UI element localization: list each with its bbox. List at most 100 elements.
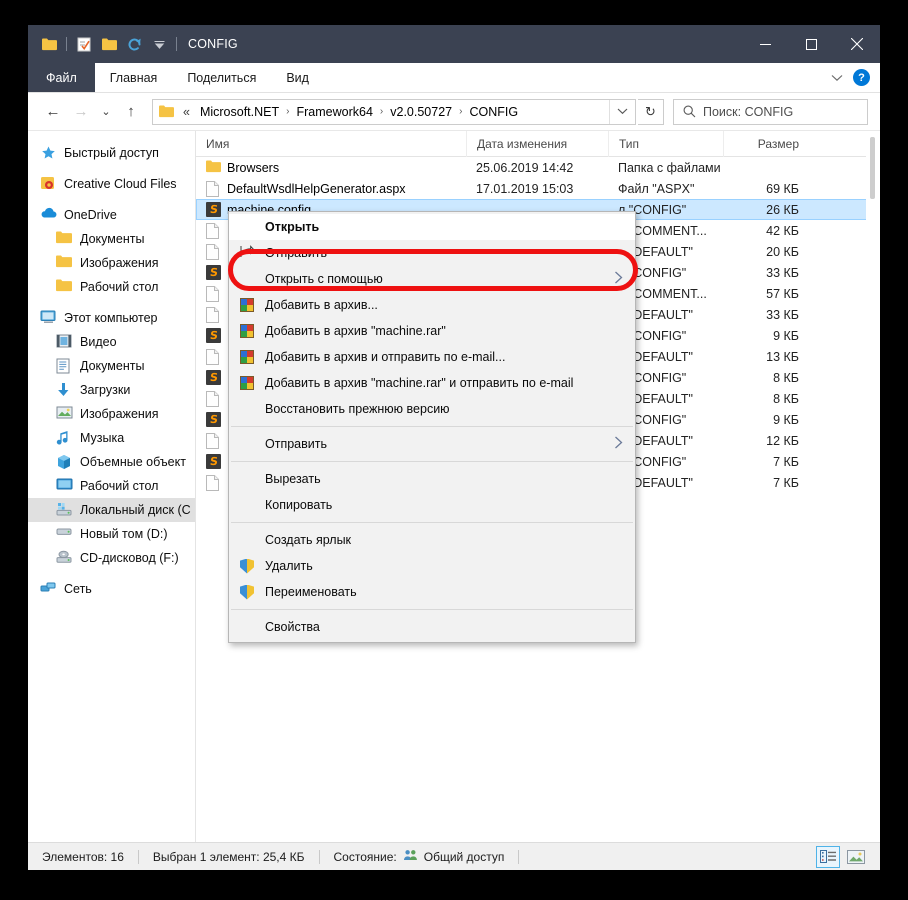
scrollbar-thumb[interactable] — [870, 137, 875, 199]
table-row[interactable]: DefaultWsdlHelpGenerator.aspx17.01.2019 … — [196, 178, 880, 199]
forward-button[interactable]: → — [68, 99, 94, 125]
menu-item[interactable]: Добавить в архив "machine.rar" и отправи… — [229, 370, 635, 396]
maximize-button[interactable] — [788, 25, 834, 63]
sidebar-item-network[interactable]: Сеть — [28, 577, 195, 601]
folder-icon[interactable] — [38, 32, 60, 56]
new-folder-icon[interactable] — [98, 32, 120, 56]
breadcrumb-item-3[interactable]: CONFIG — [465, 103, 522, 121]
sidebar-item-3d-objects[interactable]: Объемные объект — [28, 450, 195, 474]
sidebar-item-onedrive-desktop[interactable]: Рабочий стол — [28, 275, 195, 299]
file-name: DefaultWsdlHelpGenerator.aspx — [227, 182, 406, 196]
menu-item[interactable]: Добавить в архив "machine.rar" — [229, 318, 635, 344]
sidebar-item-cd-drive-f[interactable]: CD-дисковод (F:) — [28, 546, 195, 570]
menu-item[interactable]: Удалить — [229, 553, 635, 579]
menu-item-icon-slot — [237, 375, 257, 391]
menu-item[interactable]: Вырезать — [229, 466, 635, 492]
sidebar-label: Локальный диск (C — [80, 503, 191, 517]
menu-item[interactable]: Восстановить прежнюю версию — [229, 396, 635, 422]
chevron-down-icon[interactable] — [831, 69, 843, 87]
breadcrumb-separator-1[interactable]: › — [379, 106, 384, 117]
tab-view[interactable]: Вид — [271, 63, 324, 92]
cd-drive-icon — [56, 550, 73, 567]
sidebar-item-videos[interactable]: Видео — [28, 330, 195, 354]
large-icons-view-button[interactable] — [844, 846, 868, 868]
sidebar-item-onedrive[interactable]: OneDrive — [28, 203, 195, 227]
sidebar-item-onedrive-pictures[interactable]: Изображения — [28, 251, 195, 275]
breadcrumb-dropdown-icon[interactable] — [609, 100, 635, 124]
menu-item[interactable]: Открыть — [229, 214, 635, 240]
sidebar-item-new-volume-d[interactable]: Новый том (D:) — [28, 522, 195, 546]
menu-item[interactable]: Копировать — [229, 492, 635, 518]
sidebar-item-local-disk-c[interactable]: Локальный диск (C — [28, 498, 195, 522]
up-button[interactable]: ↑ — [118, 99, 144, 125]
customize-dropdown-icon[interactable] — [148, 32, 170, 56]
back-button[interactable]: ← — [40, 99, 66, 125]
menu-item-label: Удалить — [265, 559, 635, 573]
sidebar-item-creative-cloud[interactable]: Creative Cloud Files — [28, 172, 195, 196]
ribbon-right-controls: ? — [831, 63, 880, 92]
redo-icon[interactable] — [123, 32, 145, 56]
menu-item[interactable]: Открыть с помощью — [229, 266, 635, 292]
breadcrumb-overflow[interactable]: « — [179, 103, 194, 121]
sidebar-item-pictures[interactable]: Изображения — [28, 402, 195, 426]
sidebar-item-downloads[interactable]: Загрузки — [28, 378, 195, 402]
status-selection: Выбран 1 элемент: 25,4 КБ — [139, 850, 319, 864]
minimize-button[interactable] — [742, 25, 788, 63]
close-button[interactable] — [834, 25, 880, 63]
column-header-size[interactable]: Размер — [723, 131, 811, 157]
tab-share[interactable]: Поделиться — [172, 63, 271, 92]
3d-objects-icon — [56, 454, 73, 471]
cell-size: 42 КБ — [723, 224, 811, 238]
document-file-icon — [206, 475, 221, 491]
menu-item[interactable]: Переименовать — [229, 579, 635, 605]
breadcrumb-item-0[interactable]: Microsoft.NET — [196, 103, 283, 121]
menu-separator — [231, 426, 633, 427]
pin-star-icon — [40, 145, 57, 162]
breadcrumb-bar[interactable]: « Microsoft.NET › Framework64 › v2.0.507… — [152, 99, 636, 125]
menu-item-label: Вырезать — [265, 472, 635, 486]
breadcrumb-item-2[interactable]: v2.0.50727 — [386, 103, 456, 121]
properties-icon[interactable] — [73, 32, 95, 56]
sidebar-item-music[interactable]: Музыка — [28, 426, 195, 450]
status-state-label: Состояние: — [334, 850, 397, 864]
context-menu: Открыть Отправить Открыть с помощью Добавит… — [228, 211, 636, 643]
menu-item-label: Открыть с помощью — [265, 272, 614, 286]
ribbon-tabs: Файл Главная Поделиться Вид ? — [28, 63, 880, 93]
menu-item[interactable]: Добавить в архив и отправить по e-mail..… — [229, 344, 635, 370]
sidebar-item-quick-access[interactable]: Быстрый доступ — [28, 141, 195, 165]
navigation-pane: Быстрый доступ Creative Cloud Files OneD… — [28, 131, 196, 842]
menu-item-label: Открыть — [265, 220, 635, 234]
search-box[interactable]: Поиск: CONFIG — [673, 99, 868, 125]
menu-item[interactable]: Свойства — [229, 614, 635, 640]
column-header-type[interactable]: Тип — [608, 131, 723, 157]
tab-home[interactable]: Главная — [95, 63, 173, 92]
menu-item-label: Добавить в архив и отправить по e-mail..… — [265, 350, 635, 364]
sidebar-item-onedrive-documents[interactable]: Документы — [28, 227, 195, 251]
cell-size: 33 КБ — [723, 308, 811, 322]
menu-item[interactable]: Отправить — [229, 431, 635, 457]
sidebar-label: Загрузки — [80, 383, 130, 397]
tab-file[interactable]: Файл — [28, 63, 95, 92]
menu-item-icon-slot — [237, 323, 257, 339]
column-header-name[interactable]: Имя ⌃ — [196, 131, 466, 157]
recent-locations-button[interactable]: ⌄ — [96, 99, 116, 125]
sidebar-item-desktop[interactable]: Рабочий стол — [28, 474, 195, 498]
menu-item[interactable]: Создать ярлык — [229, 527, 635, 553]
refresh-button[interactable]: ↻ — [638, 99, 664, 125]
sidebar-item-this-pc[interactable]: Этот компьютер — [28, 306, 195, 330]
menu-item[interactable]: Отправить — [229, 240, 635, 266]
details-view-button[interactable] — [816, 846, 840, 868]
cell-size: 9 КБ — [723, 329, 811, 343]
menu-item[interactable]: Добавить в архив... — [229, 292, 635, 318]
menu-item-icon-slot — [237, 297, 257, 313]
table-row[interactable]: Browsers25.06.2019 14:42Папка с файлами — [196, 157, 880, 178]
column-header-date[interactable]: Дата изменения — [466, 131, 608, 157]
video-icon — [56, 334, 73, 351]
search-input[interactable]: Поиск: CONFIG — [703, 105, 793, 119]
sidebar-item-documents[interactable]: Документы — [28, 354, 195, 378]
breadcrumb-item-1[interactable]: Framework64 — [292, 103, 376, 121]
breadcrumb-separator-0[interactable]: › — [285, 106, 290, 117]
help-icon[interactable]: ? — [853, 69, 870, 86]
breadcrumb-separator-2[interactable]: › — [458, 106, 463, 117]
file-list-scrollbar[interactable] — [866, 131, 880, 842]
